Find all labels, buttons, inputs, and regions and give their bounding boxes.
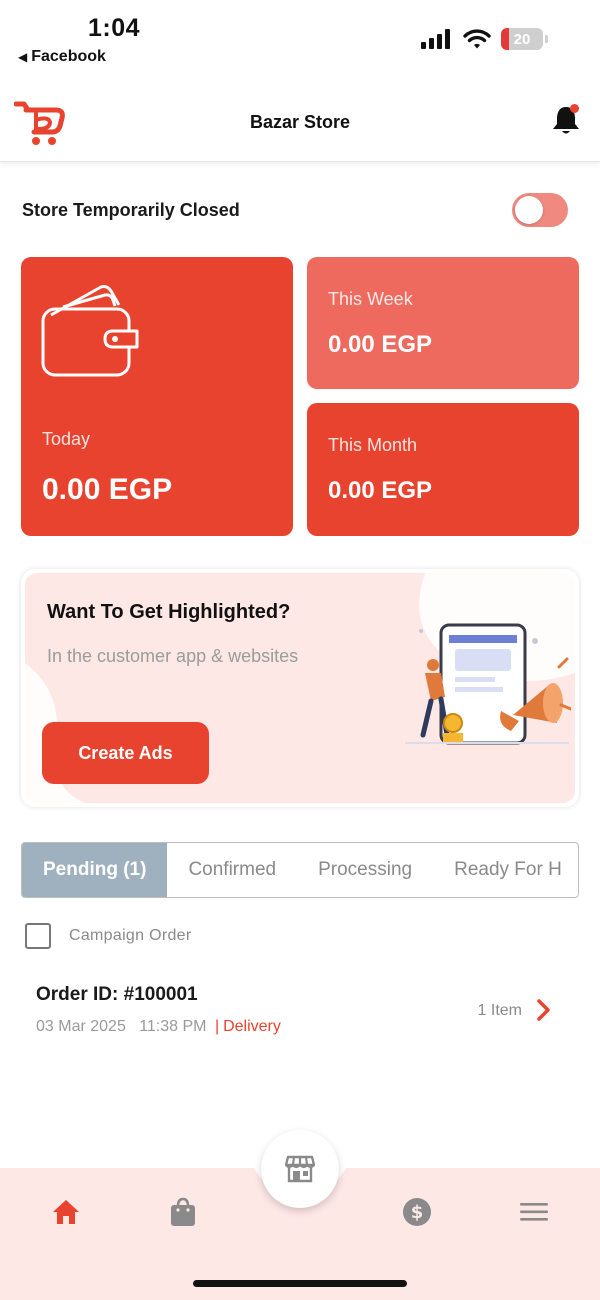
status-icons: 20: [421, 28, 548, 50]
month-label: This Month: [328, 435, 418, 455]
week-earnings-card[interactable]: This Week 0.00 EGP: [307, 257, 579, 389]
battery-icon: 20: [501, 28, 543, 50]
back-app-label: Facebook: [31, 48, 106, 65]
battery-fill: [501, 28, 510, 50]
wifi-icon: [463, 29, 491, 49]
notification-bell-icon[interactable]: [552, 104, 580, 141]
order-time: 11:38 PM: [139, 1018, 207, 1035]
store-closed-row: Store Temporarily Closed: [22, 190, 568, 230]
notification-dot: [570, 104, 579, 113]
tab-pending[interactable]: Pending (1): [22, 843, 168, 897]
order-date: 03 Mar 2025: [36, 1018, 126, 1035]
promo-subtitle: In the customer app & websites: [47, 646, 299, 666]
order-status-tabs: Pending (1) Confirmed Processing Ready F…: [21, 842, 579, 898]
ads-illustration-icon: [405, 623, 571, 745]
back-to-app-link[interactable]: ◀ Facebook: [18, 48, 106, 66]
app-header: Bazar Store: [0, 86, 600, 162]
order-item-count: 1 Item: [477, 1002, 522, 1019]
today-value: 0.00 EGP: [42, 473, 173, 506]
chevron-right-icon[interactable]: [536, 998, 552, 1022]
order-meta: 03 Mar 2025 11:38 PM | Delivery: [36, 1018, 556, 1036]
promo-title: Want To Get Highlighted?: [47, 601, 291, 623]
order-row[interactable]: Order ID: #100001 03 Mar 2025 11:38 PM |…: [36, 984, 556, 1044]
store-closed-label: Store Temporarily Closed: [22, 199, 240, 220]
battery-level: 20: [513, 30, 531, 48]
campaign-order-checkbox[interactable]: [25, 923, 51, 949]
order-meta-separator: |: [214, 1018, 220, 1035]
today-label: Today: [42, 429, 91, 449]
tab-processing[interactable]: Processing: [297, 843, 433, 897]
store-closed-toggle[interactable]: [512, 193, 568, 227]
tab-confirmed[interactable]: Confirmed: [167, 843, 297, 897]
status-time: 1:04: [88, 14, 141, 42]
create-ads-button[interactable]: Create Ads: [42, 722, 209, 784]
dollar-icon[interactable]: $: [401, 1196, 433, 1228]
home-icon[interactable]: [50, 1196, 82, 1228]
promo-banner: Want To Get Highlighted? In the customer…: [21, 569, 579, 807]
tab-ready-for-handover[interactable]: Ready For H: [433, 843, 578, 897]
month-value: 0.00 EGP: [328, 477, 433, 504]
page-title: Bazar Store: [249, 112, 351, 132]
signal-icon: [421, 29, 450, 49]
month-earnings-card[interactable]: This Month 0.00 EGP: [307, 403, 579, 536]
campaign-order-label: Campaign Order: [69, 927, 192, 944]
wallet-icon: [41, 285, 139, 377]
battery-tip: [545, 35, 548, 43]
svg-text:$: $: [411, 1202, 424, 1223]
order-type: Delivery: [223, 1018, 281, 1035]
status-bar: 1:04 ◀ Facebook 20: [0, 0, 600, 72]
back-triangle-icon: ◀: [18, 50, 28, 64]
week-value: 0.00 EGP: [328, 331, 433, 358]
store-icon[interactable]: [261, 1130, 339, 1208]
today-earnings-card[interactable]: Today 0.00 EGP: [21, 257, 293, 536]
home-indicator: [193, 1280, 407, 1287]
bag-icon[interactable]: [167, 1196, 199, 1228]
menu-icon[interactable]: [518, 1196, 550, 1228]
toggle-knob: [515, 196, 543, 224]
week-label: This Week: [328, 289, 413, 309]
campaign-order-filter: Campaign Order: [25, 923, 191, 949]
